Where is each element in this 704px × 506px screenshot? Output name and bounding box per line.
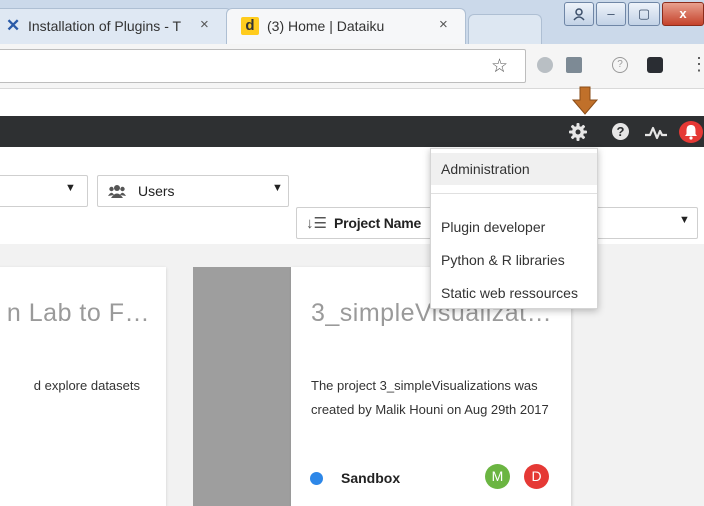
user-profile-button[interactable]: [564, 2, 594, 26]
users-icon: [108, 185, 126, 198]
chevron-down-icon: ▼: [679, 214, 690, 226]
help-icon[interactable]: ?: [612, 123, 629, 140]
project-description: d explore datasets: [33, 378, 140, 393]
browser-menu-icon[interactable]: ⋮: [690, 54, 704, 75]
tab-title: Installation of Plugins - T: [28, 18, 182, 34]
tab-close-icon[interactable]: ×: [439, 16, 448, 33]
project-status: Sandbox: [341, 470, 401, 486]
menu-item-python-r-libraries[interactable]: Python & R libraries: [431, 244, 597, 276]
menu-item-static-web-ressources[interactable]: Static web ressources: [431, 277, 597, 309]
user-icon: [573, 8, 585, 21]
confluence-icon: ✕: [6, 16, 21, 35]
dataiku-icon: d: [241, 17, 259, 35]
browser-tab-bar: ✕ Installation of Plugins - T × d (3) Ho…: [0, 0, 704, 45]
project-card[interactable]: n Lab to F… d explore datasets: [0, 267, 166, 506]
chevron-down-icon: ▼: [272, 182, 283, 194]
extension-cookie-icon[interactable]: [537, 57, 553, 73]
url-input[interactable]: ☆: [0, 49, 526, 83]
extension-help-icon[interactable]: ?: [612, 57, 628, 73]
close-window-button[interactable]: x: [662, 2, 704, 26]
sort-icon: ↓☰: [306, 215, 327, 232]
menu-item-plugin-developer[interactable]: Plugin developer: [431, 211, 597, 243]
extension-square-icon[interactable]: [647, 57, 663, 73]
minimize-button[interactable]: –: [596, 2, 626, 26]
project-title[interactable]: n Lab to F…: [7, 299, 150, 328]
menu-divider: [431, 193, 597, 194]
new-tab-button[interactable]: [468, 14, 542, 45]
activity-icon[interactable]: [644, 124, 668, 140]
avatar[interactable]: M: [485, 464, 510, 489]
filter-select[interactable]: ▼: [0, 175, 88, 207]
admin-dropdown-menu: Administration Plugin developer Python &…: [430, 148, 598, 309]
users-filter-label: Users: [138, 183, 175, 199]
project-description: The project 3_simpleVisualizations was c…: [311, 378, 549, 417]
tab-close-icon[interactable]: ×: [200, 16, 209, 33]
chevron-down-icon: ▼: [65, 182, 76, 194]
menu-item-administration[interactable]: Administration: [431, 153, 597, 185]
gear-icon[interactable]: [568, 122, 588, 142]
star-icon[interactable]: ☆: [491, 55, 508, 78]
down-arrow-annotation-icon: [571, 86, 599, 115]
project-thumbnail[interactable]: [193, 267, 291, 506]
status-dot-icon: [310, 472, 323, 485]
tab-installation-of-plugins[interactable]: ✕ Installation of Plugins - T ×: [0, 8, 232, 44]
dataiku-topbar: ?: [0, 116, 704, 147]
tab-title: (3) Home | Dataiku: [267, 18, 385, 34]
sort-label: Project Name: [334, 215, 422, 231]
extension-grid-icon[interactable]: [566, 57, 582, 73]
tab-dataiku-home[interactable]: d (3) Home | Dataiku ×: [226, 8, 466, 44]
bell-icon[interactable]: [679, 121, 703, 143]
avatar[interactable]: D: [524, 464, 549, 489]
users-filter-select[interactable]: Users ▼: [97, 175, 289, 207]
address-bar-area: ☆ ? ⋮: [0, 44, 704, 89]
maximize-button[interactable]: ▢: [628, 2, 660, 26]
